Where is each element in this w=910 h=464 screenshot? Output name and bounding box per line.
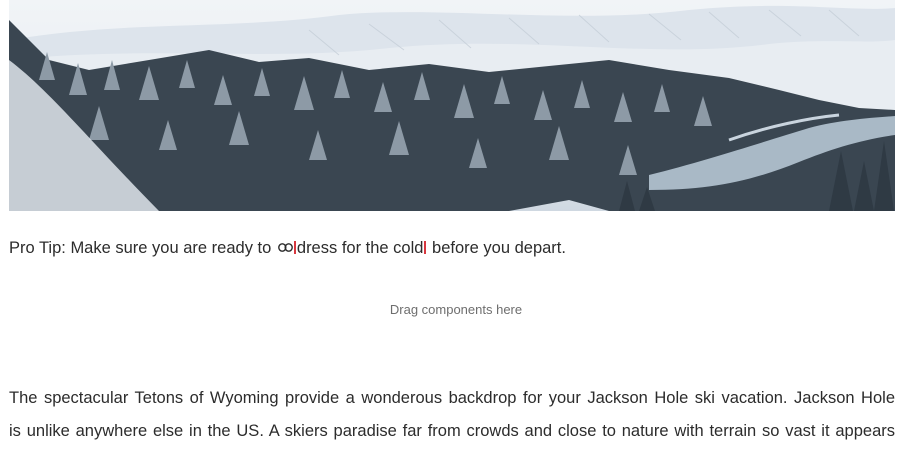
- page-editor-canvas: Pro Tip: Make sure you are ready to dres…: [0, 0, 910, 464]
- drop-zone-label: Drag components here: [389, 302, 523, 317]
- pro-tip-paragraph: Pro Tip: Make sure you are ready to dres…: [9, 236, 566, 260]
- pro-tip-text-before: Pro Tip: Make sure you are ready to: [9, 239, 276, 257]
- dress-for-cold-link[interactable]: dress for the cold: [297, 239, 424, 257]
- hero-image[interactable]: [9, 0, 895, 211]
- article-paragraph: The spectacular Tetons of Wyoming provid…: [9, 382, 895, 448]
- article-line: The spectacular Tetons of Wyoming provid…: [9, 389, 895, 407]
- component-drop-zone[interactable]: Drag components here: [9, 292, 903, 328]
- pro-tip-text-after: before you depart.: [427, 239, 566, 257]
- link-icon: [277, 243, 293, 252]
- snowy-forest-landscape-icon: [9, 0, 895, 211]
- article-line: is unlike anywhere else in the US. A ski…: [9, 422, 895, 440]
- link-start-marker: [293, 241, 296, 254]
